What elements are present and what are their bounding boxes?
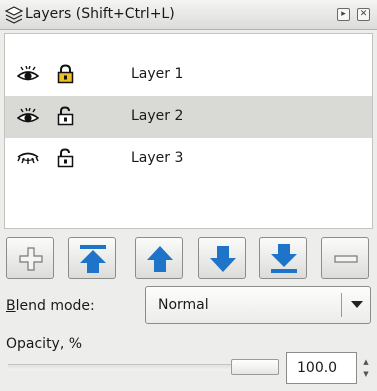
layer-list[interactable]: Layer 1 Layer 2 Layer 3 [4, 33, 373, 229]
raise-button[interactable] [135, 237, 183, 279]
eye-closed-icon[interactable] [17, 150, 39, 166]
chevron-down-icon [351, 301, 363, 308]
delete-layer-button[interactable] [321, 237, 369, 279]
blend-mode-label: Blend mode: [6, 298, 95, 314]
eye-open-icon[interactable] [17, 108, 39, 124]
arrow-down-bar-icon [271, 244, 297, 273]
lower-to-bottom-button[interactable] [259, 237, 307, 279]
layer-row-1[interactable]: Layer 1 [5, 54, 372, 96]
layers-icon [4, 6, 24, 24]
arrow-up-bar-icon [80, 245, 106, 273]
minus-icon [334, 255, 358, 263]
opacity-label: Opacity, % [6, 336, 83, 352]
layer-row-3[interactable]: Layer 3 [5, 138, 372, 180]
dropdown-separator [341, 293, 342, 317]
arrow-up-icon [147, 246, 173, 272]
lock-open-icon[interactable] [57, 148, 74, 168]
panel-titlebar: Layers (Shift+Ctrl+L) ▸ ✕ [0, 0, 377, 30]
opacity-slider-thumb[interactable] [231, 359, 279, 375]
blend-mode-value: Normal [158, 297, 209, 313]
opacity-spinner[interactable]: ▲ ▼ [360, 356, 372, 382]
dock-icon[interactable]: ▸ [337, 8, 350, 21]
layer-name[interactable]: Layer 1 [131, 66, 183, 82]
raise-to-top-button[interactable] [68, 237, 116, 279]
layer-name[interactable]: Layer 3 [131, 150, 183, 166]
arrow-down-icon [210, 246, 236, 272]
lower-button[interactable] [198, 237, 246, 279]
add-layer-button[interactable] [6, 237, 54, 279]
panel-title: Layers (Shift+Ctrl+L) [25, 6, 175, 22]
eye-open-icon[interactable] [17, 66, 39, 82]
plus-icon [19, 247, 43, 271]
lock-closed-icon[interactable] [57, 64, 74, 84]
opacity-input[interactable] [286, 352, 357, 384]
close-icon[interactable]: ✕ [357, 8, 370, 21]
layer-name[interactable]: Layer 2 [131, 108, 183, 124]
blend-mode-select[interactable]: Normal [145, 286, 371, 324]
lock-open-icon[interactable] [57, 106, 74, 126]
layer-row-2[interactable]: Layer 2 [5, 96, 372, 138]
